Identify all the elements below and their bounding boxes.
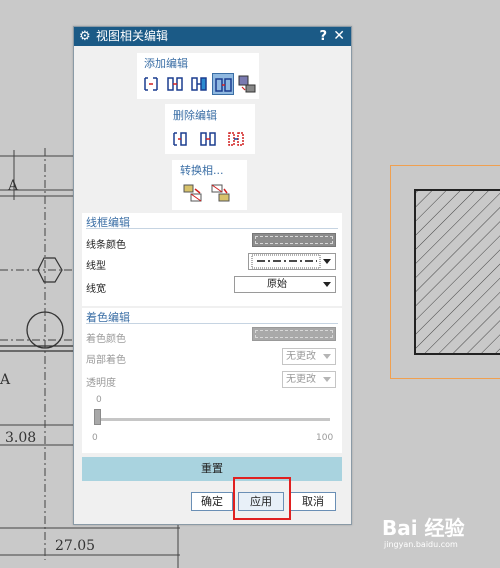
chevron-down-icon [323, 354, 331, 359]
add-edit-label: 添加编辑 [144, 57, 188, 70]
edit-clip-icon[interactable] [188, 73, 210, 95]
edit-object-segment-icon[interactable] [164, 73, 186, 95]
shading-color-label: 着色颜色 [86, 334, 126, 345]
line-type-dropdown[interactable] [248, 253, 336, 270]
delete-view-icon[interactable] [225, 128, 247, 150]
partial-shading-label: 局部着色 [86, 355, 126, 366]
partial-shading-value: 无更改 [286, 351, 316, 362]
section-divider [86, 228, 338, 229]
watermark-brand: Bai 经验 [382, 516, 465, 540]
transparency-dropdown: 无更改 [282, 371, 336, 388]
line-type-label: 线型 [86, 261, 106, 272]
section-label-a-top: A [7, 178, 19, 194]
shading-edit-section: 着色编辑 着色颜色 局部着色 无更改 透明度 无更改 0 0 100 [82, 308, 342, 453]
transparency-slider-track [96, 418, 330, 421]
delete-edit-group: 删除编辑 [165, 104, 255, 154]
view-boundary [390, 165, 500, 379]
delete-edit-label: 删除编辑 [173, 109, 217, 122]
baidu-watermark: Bai 经验 jingyan.baidu.com [382, 512, 465, 549]
view-to-model-icon[interactable] [210, 182, 232, 204]
chevron-down-icon [323, 282, 331, 287]
section-divider [86, 323, 338, 324]
close-icon[interactable]: ✕ [333, 27, 345, 46]
slider-current-value: 0 [96, 395, 102, 405]
ok-button[interactable]: 确定 [191, 492, 233, 511]
dimension-27-05: 27.05 [55, 538, 95, 554]
line-color-label: 线条颜色 [86, 240, 126, 251]
wireframe-edit-section: 线框编辑 线条颜色 线型 线宽 原始 [82, 213, 342, 306]
add-edit-group: 添加编辑 [137, 53, 259, 99]
section-label-a-bottom: A [0, 372, 11, 388]
erase-object-icon[interactable] [140, 73, 162, 95]
line-width-dropdown[interactable]: 原始 [234, 276, 336, 293]
cancel-button[interactable]: 取消 [290, 492, 336, 511]
dialog-title: 视图相关编辑 [96, 29, 169, 43]
transparency-label: 透明度 [86, 378, 116, 389]
transparency-slider-handle[interactable] [94, 409, 101, 425]
delete-all-icon[interactable] [197, 128, 219, 150]
line-width-value: 原始 [267, 279, 287, 290]
partial-shading-dropdown: 无更改 [282, 348, 336, 365]
apply-highlight-box [233, 477, 291, 520]
line-width-label: 线宽 [86, 284, 106, 295]
shading-color-swatch [252, 327, 336, 341]
edit-view-object-icon[interactable] [212, 73, 234, 95]
reset-button[interactable]: 重置 [82, 457, 342, 481]
chevron-down-icon [323, 377, 331, 382]
line-color-swatch[interactable] [252, 233, 336, 247]
dimension-3-08: 3.08 [5, 430, 36, 446]
slider-max-label: 100 [316, 433, 334, 443]
delete-selected-icon[interactable] [169, 128, 191, 150]
edit-section-icon[interactable] [236, 73, 258, 95]
model-to-view-icon[interactable] [182, 182, 204, 204]
slider-min-label: 0 [92, 433, 98, 443]
dialog-titlebar[interactable]: ⚙ 视图相关编辑 ? ✕ [74, 27, 351, 46]
chevron-down-icon [323, 259, 331, 264]
watermark-url: jingyan.baidu.com [384, 540, 458, 549]
transparency-value: 无更改 [286, 374, 316, 385]
gear-icon: ⚙ [79, 29, 91, 44]
help-icon[interactable]: ? [319, 27, 327, 46]
convert-group: 转换相... [172, 160, 247, 210]
view-dependent-edit-dialog: ⚙ 视图相关编辑 ? ✕ 添加编辑 删除编辑 转换相... 线框编辑 线条颜色 … [73, 26, 352, 525]
convert-label: 转换相... [180, 164, 224, 177]
